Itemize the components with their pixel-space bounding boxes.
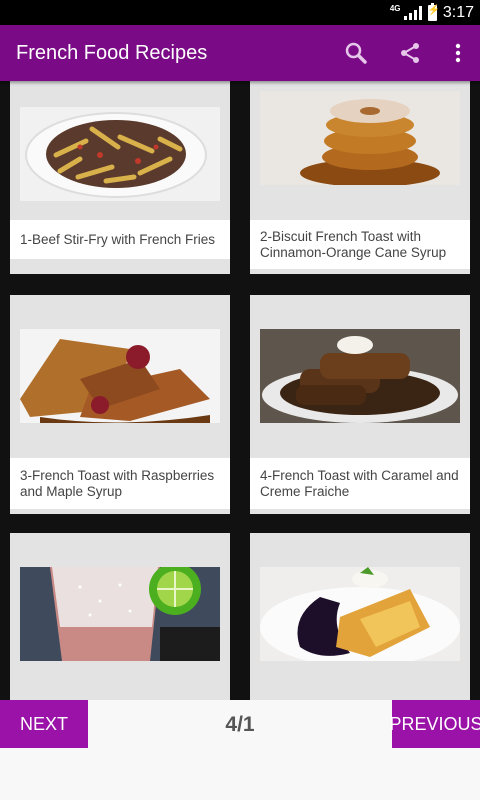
pager-bar: NEXT 4/1 PREVIOUS	[0, 700, 480, 800]
recipe-title-3: 3-French Toast with Raspberries and Mapl…	[10, 458, 230, 509]
overflow-menu-icon[interactable]	[438, 25, 478, 81]
app-title: French Food Recipes	[16, 42, 208, 64]
status-bar: 4G 3:17	[0, 0, 480, 25]
recipe-image-biscuit-french-toast	[260, 91, 460, 185]
recipe-image-caramel-french-toast	[260, 329, 460, 423]
cell-signal-icon: 4G	[390, 4, 422, 20]
recipe-grid[interactable]: 1-Beef Stir-Fry with French Fries 2-Bisc…	[0, 81, 480, 700]
recipe-title-4: 4-French Toast with Caramel and Creme Fr…	[250, 458, 470, 509]
recipe-title-2: 2-Biscuit French Toast with Cinnamon-Ora…	[250, 220, 470, 269]
recipe-image-french-toast-blueberry	[260, 567, 460, 661]
app-bar: French Food Recipes	[0, 25, 480, 81]
status-time: 3:17	[442, 3, 474, 21]
recipe-image-raspberry-french-toast	[20, 329, 220, 423]
recipe-card-6[interactable]	[250, 533, 470, 700]
recipe-card-1[interactable]: 1-Beef Stir-Fry with French Fries	[10, 81, 230, 274]
recipe-card-4[interactable]: 4-French Toast with Caramel and Creme Fr…	[250, 295, 470, 514]
recipe-image-cocktail	[20, 567, 220, 661]
network-type: 4G	[389, 3, 401, 13]
recipe-card-5[interactable]	[10, 533, 230, 700]
search-icon[interactable]	[336, 25, 376, 81]
recipe-image-beef-stir-fry	[20, 107, 220, 201]
share-icon[interactable]	[390, 25, 430, 81]
recipe-card-3[interactable]: 3-French Toast with Raspberries and Mapl…	[10, 295, 230, 514]
recipe-title-1: 1-Beef Stir-Fry with French Fries	[10, 220, 230, 259]
previous-button[interactable]: PREVIOUS	[389, 700, 480, 748]
recipe-card-2[interactable]: 2-Biscuit French Toast with Cinnamon-Ora…	[250, 81, 470, 274]
battery-icon	[427, 2, 440, 21]
